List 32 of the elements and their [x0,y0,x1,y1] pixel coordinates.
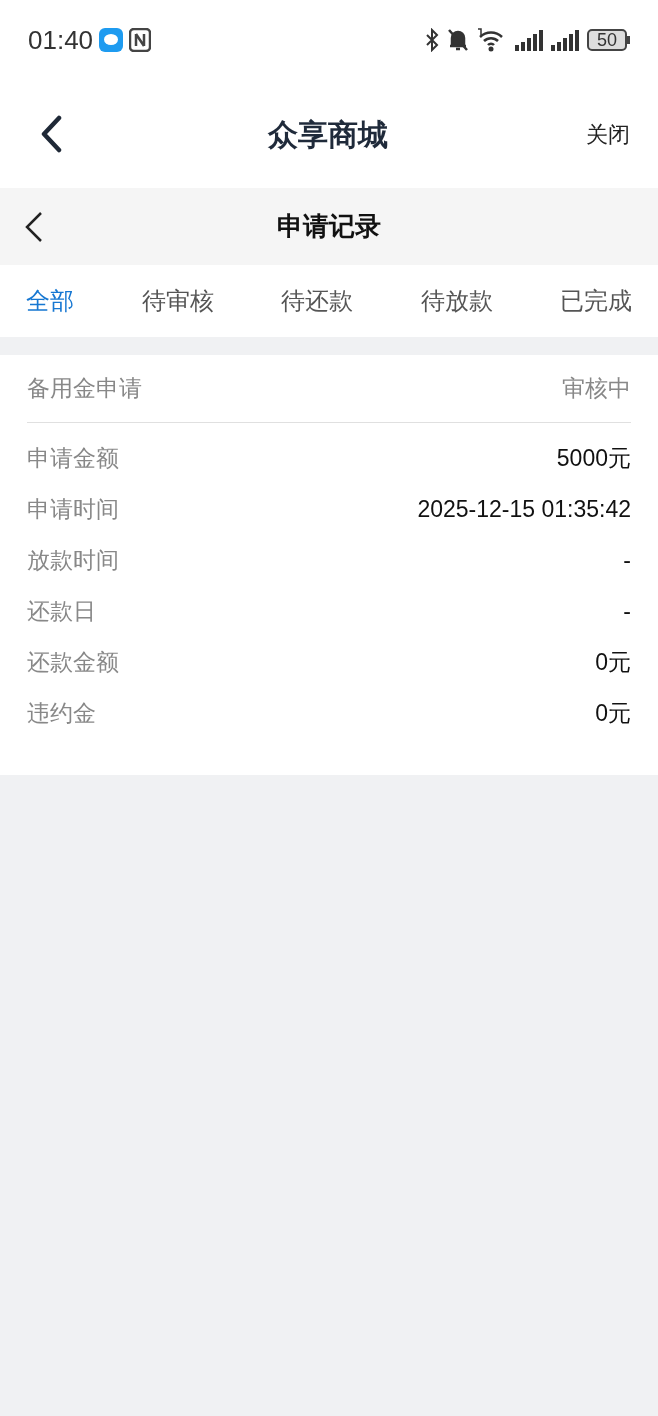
battery-indicator: 50 [587,29,630,51]
bluetooth-icon [425,28,439,52]
field-value: 2025-12-15 01:35:42 [417,495,631,525]
filter-tab[interactable]: 待还款 [281,283,353,319]
filter-tab[interactable]: 已完成 [560,283,632,319]
field-label: 申请金额 [27,444,119,474]
clock-time: 01:40 [28,23,94,57]
page-title: 众享商城 [268,116,388,153]
muted-bell-icon [447,28,469,52]
back-icon[interactable] [24,210,44,243]
field-value: - [623,597,631,627]
field-value: 0元 [595,699,631,729]
signal-icon [551,29,579,51]
field-value: - [623,546,631,576]
signal-icon [515,29,543,51]
section-title: 申请记录 [277,210,381,243]
field-label: 放款时间 [27,546,119,576]
filter-tab[interactable]: 待放款 [420,283,493,319]
filter-tab[interactable]: 待审核 [141,283,214,319]
record-status: 审核中 [562,374,631,404]
field-label: 还款金额 [27,648,119,678]
close-button[interactable]: 关闭 [586,117,630,151]
field-label: 还款日 [27,597,96,627]
field-value: 0元 [595,648,631,678]
record-type: 备用金申请 [27,374,142,404]
field-label: 违约金 [27,699,96,729]
message-app-icon [99,28,124,52]
field-label: 申请时间 [27,495,119,525]
nfc-icon [129,28,152,52]
filter-tab[interactable]: 全部 [26,283,74,319]
back-icon [40,115,62,153]
field-value: 5000元 [556,444,631,474]
